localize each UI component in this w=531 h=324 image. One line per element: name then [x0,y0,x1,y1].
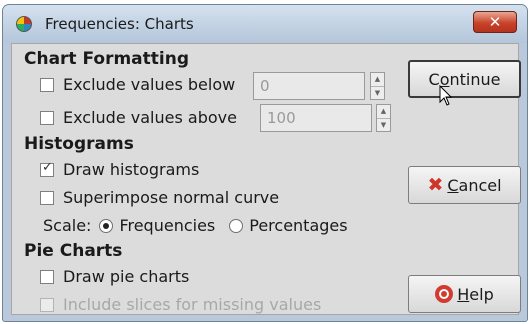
draw-histograms-label: Draw histograms [63,160,200,179]
histograms-heading: Histograms [24,134,134,154]
cancel-x-icon: ✖ [427,174,444,196]
frequencies-radio[interactable] [99,218,114,233]
scale-label: Scale: [43,216,92,235]
superimpose-normal-option[interactable]: Superimpose normal curve [40,188,279,207]
chart-formatting-heading: Chart Formatting [24,49,190,69]
superimpose-normal-label: Superimpose normal curve [63,188,280,207]
spin-down-icon[interactable]: ▼ [371,86,384,99]
spin-down-icon[interactable]: ▼ [377,118,390,131]
spin-up-icon[interactable]: ▲ [377,105,390,118]
cancel-button[interactable]: ✖ Cancel [408,166,521,204]
exclude-above-option[interactable]: Exclude values above [40,108,237,127]
include-slices-checkbox [40,297,54,312]
draw-histograms-checkbox[interactable] [40,160,54,177]
draw-pie-checkbox[interactable] [40,269,54,284]
title-bar[interactable]: Frequencies: Charts ✕ [3,5,527,43]
exclude-below-option[interactable]: Exclude values below [40,75,235,94]
dialog-window: Frequencies: Charts ✕ Chart Formatting E… [2,4,528,322]
continue-button[interactable]: Continue [408,60,521,98]
exclude-below-checkbox[interactable] [40,77,54,92]
exclude-below-input[interactable]: 0 [253,72,365,100]
draw-histograms-option[interactable]: Draw histograms [40,160,199,179]
spin-up-icon[interactable]: ▲ [371,73,384,86]
draw-pie-label: Draw pie charts [63,267,190,286]
draw-pie-option[interactable]: Draw pie charts [40,267,189,286]
exclude-below-spinner[interactable]: ▲ ▼ [370,72,385,100]
percentages-radio[interactable] [229,218,244,233]
frequencies-label[interactable]: Frequencies [119,216,215,235]
scale-row: Scale: Frequencies Percentages [43,216,348,235]
help-lifebuoy-icon [435,285,454,303]
exclude-above-label: Exclude values above [63,108,237,127]
exclude-above-spinner[interactable]: ▲ ▼ [376,104,391,132]
include-slices-label: Include slices for missing values [63,295,322,314]
close-icon: ✕ [488,13,502,31]
superimpose-normal-checkbox[interactable] [40,190,54,205]
percentages-label[interactable]: Percentages [249,216,347,235]
mouse-pointer-icon [439,85,453,106]
cancel-label: Cancel [447,175,502,195]
help-button[interactable]: Help [408,275,521,313]
include-slices-option: Include slices for missing values [40,295,321,314]
exclude-above-input[interactable]: 100 [260,104,372,132]
window-title: Frequencies: Charts [45,15,194,33]
help-label: Help [457,284,494,304]
app-icon [16,16,32,32]
exclude-above-checkbox[interactable] [40,110,54,125]
dialog-body: Chart Formatting Exclude values below 0 … [11,43,521,315]
exclude-below-label: Exclude values below [63,75,236,94]
pie-charts-heading: Pie Charts [24,241,123,261]
close-button[interactable]: ✕ [473,11,517,33]
